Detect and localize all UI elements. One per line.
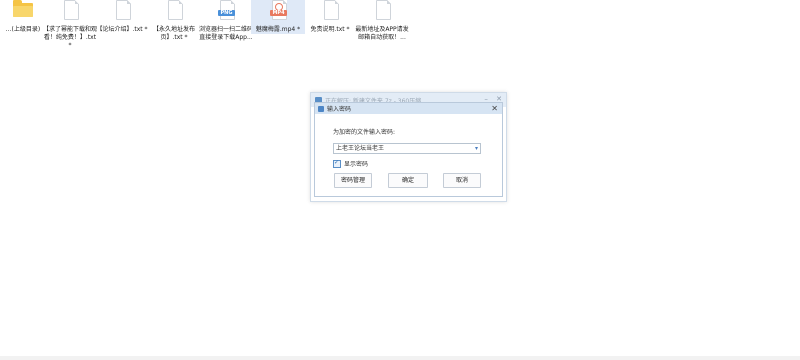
file-label: 【永久地址发布页】.txt * [152, 26, 195, 41]
password-prompt: 为加密的文件输入密码: [333, 129, 396, 136]
file-label: 最新地址及APP请发邮箱自动获取！... [355, 26, 409, 41]
folder-icon [12, 0, 34, 22]
text-file-icon [59, 0, 81, 22]
file-item[interactable]: 【求了幂能下载和观看！纯免费！】.txt * [43, 0, 97, 50]
text-file-icon [163, 0, 185, 22]
password-dialog: 输入密码 ✕ 为加密的文件输入密码: 上老王论坛当老王 ▾ 显示密码 密码管理 … [314, 102, 503, 197]
ok-button[interactable]: 确定 [388, 173, 428, 188]
dialog-title: 输入密码 [327, 106, 352, 113]
file-item[interactable]: 最新地址及APP请发邮箱自动获取！... [355, 0, 409, 42]
dialog-close-icon[interactable]: ✕ [491, 104, 498, 113]
file-label: 魅魔梅露.mp4 * [255, 26, 301, 33]
mp4-badge: MP4 [270, 10, 287, 16]
password-manage-button[interactable]: 密码管理 [334, 173, 372, 188]
show-password-label: 显示密码 [344, 161, 369, 168]
text-file-icon [319, 0, 341, 22]
file-item[interactable]: 免责说明.txt * [303, 0, 357, 34]
show-password-checkbox[interactable] [333, 159, 341, 168]
file-label: 免责说明.txt * [310, 26, 350, 33]
dialog-titlebar[interactable]: 输入密码 [315, 103, 502, 114]
file-item[interactable]: 【永久地址发布页】.txt * [147, 0, 201, 42]
text-file-icon [111, 0, 133, 22]
password-input[interactable]: 上老王论坛当老王 ▾ [333, 143, 481, 154]
file-item[interactable]: MP4 魅魔梅露.mp4 * [251, 0, 305, 34]
show-password-row[interactable]: 显示密码 [333, 159, 368, 168]
png-file-icon: PNG [215, 0, 237, 22]
file-label: 【论坛介绍】.txt * [96, 26, 148, 33]
bottom-bar [0, 356, 800, 360]
lock-icon [318, 105, 324, 112]
file-label: 【求了幂能下载和观看！纯免费！】.txt * [43, 26, 98, 49]
file-label: 浏览器扫一扫二维码直接登录下载App... [199, 26, 254, 41]
file-item[interactable]: 【论坛介绍】.txt * [95, 0, 149, 34]
chevron-down-icon[interactable]: ▾ [475, 144, 478, 153]
mp4-file-icon: MP4 [267, 0, 289, 22]
password-value: 上老王论坛当老王 [336, 145, 385, 152]
text-file-icon [371, 0, 393, 22]
cancel-button[interactable]: 取消 [443, 173, 481, 188]
file-item[interactable]: PNG 浏览器扫一扫二维码直接登录下载App... [199, 0, 253, 42]
png-badge: PNG [218, 10, 235, 16]
